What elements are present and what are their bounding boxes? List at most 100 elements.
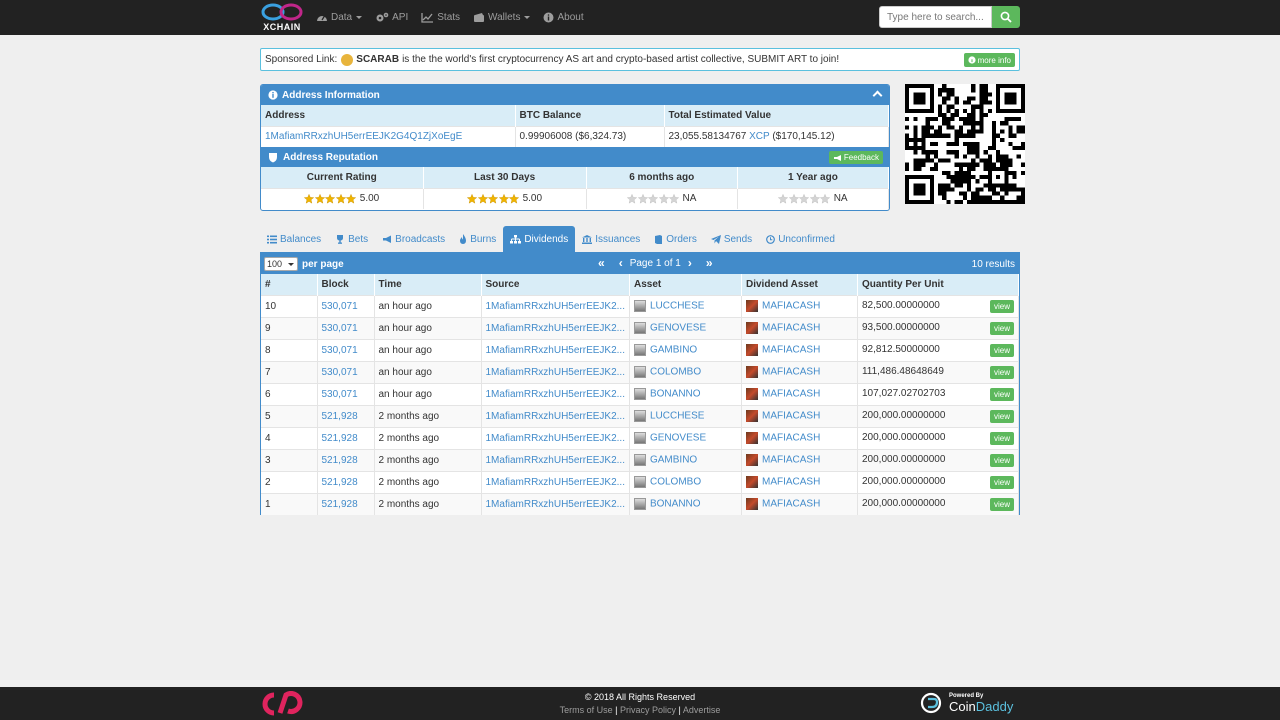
- nav-item-api[interactable]: API: [375, 12, 408, 23]
- block-link[interactable]: 521,928: [317, 426, 375, 449]
- sponsor-text[interactable]: is the the world's first cryptocurrency …: [402, 54, 839, 65]
- dividend-asset-link[interactable]: MAFIACASH: [762, 455, 820, 466]
- dividend-asset-link[interactable]: MAFIACASH: [762, 433, 820, 444]
- view-button[interactable]: view: [989, 475, 1014, 489]
- tab-balances[interactable]: Balances: [260, 226, 328, 252]
- asset-link[interactable]: BONANNO: [650, 499, 701, 510]
- source-link[interactable]: 1MafiamRRxzhUH5errEEJK2...: [481, 404, 630, 427]
- search-button[interactable]: [992, 6, 1020, 28]
- block-link[interactable]: 521,928: [317, 470, 375, 493]
- source-link[interactable]: 1MafiamRRxzhUH5errEEJK2...: [481, 316, 630, 339]
- chevron-up-icon[interactable]: [872, 90, 883, 101]
- nav-label-wallets: Wallets: [488, 12, 521, 23]
- dividend-asset-link[interactable]: MAFIACASH: [762, 323, 820, 334]
- block-link[interactable]: 530,071: [317, 294, 375, 317]
- source-link[interactable]: 1MafiamRRxzhUH5errEEJK2...: [481, 426, 630, 449]
- tab-issuances[interactable]: Issuances: [575, 226, 647, 252]
- block-link[interactable]: 521,928: [317, 448, 375, 471]
- dividend-asset-link[interactable]: MAFIACASH: [762, 367, 820, 378]
- prev-page-button[interactable]: ‹: [619, 257, 623, 269]
- col-btc-balance: BTC Balance: [515, 105, 665, 126]
- asset-link[interactable]: LUCCHESE: [650, 411, 704, 422]
- dividend-asset-link[interactable]: MAFIACASH: [762, 301, 820, 312]
- asset-link[interactable]: GAMBINO: [650, 455, 697, 466]
- first-page-button[interactable]: «: [598, 257, 605, 269]
- block-link[interactable]: 530,071: [317, 382, 375, 405]
- block-link[interactable]: 521,928: [317, 404, 375, 427]
- more-info-button[interactable]: more info: [963, 53, 1015, 67]
- asset-link[interactable]: COLOMBO: [650, 477, 701, 488]
- address-link[interactable]: 1MafiamRRxzhUH5errEEJK2G4Q1ZjXoEgE: [261, 125, 516, 147]
- nav-item-wallets[interactable]: Wallets: [473, 12, 531, 23]
- tab-broadcasts[interactable]: Broadcasts: [375, 226, 452, 252]
- terms-link[interactable]: Terms of Use: [560, 705, 613, 715]
- search-input[interactable]: [879, 6, 992, 28]
- last-page-button[interactable]: »: [706, 257, 713, 269]
- tab-sends[interactable]: Sends: [704, 226, 759, 252]
- source-link[interactable]: 1MafiamRRxzhUH5errEEJK2...: [481, 382, 630, 405]
- source-link[interactable]: 1MafiamRRxzhUH5errEEJK2...: [481, 294, 630, 317]
- rating-value: NA: [833, 193, 848, 205]
- row-number: 8: [261, 338, 318, 361]
- nav-item-about[interactable]: About: [543, 12, 584, 23]
- source-link[interactable]: 1MafiamRRxzhUH5errEEJK2...: [481, 470, 630, 493]
- tab-bets[interactable]: Bets: [328, 226, 375, 252]
- xchain-logo[interactable]: XCHAIN: [260, 3, 304, 32]
- source-link[interactable]: 1MafiamRRxzhUH5errEEJK2...: [481, 360, 630, 383]
- view-button[interactable]: view: [989, 409, 1014, 423]
- asset-link[interactable]: GENOVESE: [650, 323, 706, 334]
- tab-dividends[interactable]: Dividends: [503, 226, 576, 252]
- address-info-header[interactable]: Address Information: [261, 85, 889, 105]
- dividend-asset-link[interactable]: MAFIACASH: [762, 389, 820, 400]
- powered-by-coindaddy[interactable]: Powered By CoinDaddy: [920, 690, 1013, 716]
- privacy-link[interactable]: Privacy Policy: [620, 705, 676, 715]
- block-link[interactable]: 530,071: [317, 360, 375, 383]
- quantity-cell: 200,000.00000000 view: [857, 470, 1020, 493]
- xcp-link[interactable]: XCP: [749, 131, 769, 142]
- nav-item-stats[interactable]: Stats: [421, 12, 460, 23]
- dividends-table: # Block Time Source Asset Dividend Asset…: [261, 274, 1020, 515]
- info-icon: [268, 90, 278, 100]
- block-link[interactable]: 530,071: [317, 338, 375, 361]
- star-filled-icon: [477, 193, 488, 204]
- quantity-cell: 200,000.00000000 view: [857, 404, 1020, 427]
- tab-unconfirmed[interactable]: Unconfirmed: [759, 226, 842, 252]
- rating-1-year: NA: [737, 187, 889, 209]
- nav-item-data[interactable]: Data: [316, 12, 363, 23]
- row-number: 10: [261, 294, 318, 317]
- asset-portrait-icon: [633, 432, 646, 444]
- view-button[interactable]: view: [989, 431, 1014, 445]
- dividend-asset-cell: MAFIACASH: [741, 426, 858, 449]
- asset-link[interactable]: BONANNO: [650, 389, 701, 400]
- quantity-value: 200,000.00000000: [861, 453, 946, 465]
- dividend-asset-link[interactable]: MAFIACASH: [762, 499, 820, 510]
- view-button[interactable]: view: [989, 299, 1014, 313]
- advertise-link[interactable]: Advertise: [683, 705, 721, 715]
- block-link[interactable]: 530,071: [317, 316, 375, 339]
- tab-burns[interactable]: Burns: [452, 226, 503, 252]
- dividend-asset-link[interactable]: MAFIACASH: [762, 345, 820, 356]
- source-link[interactable]: 1MafiamRRxzhUH5errEEJK2...: [481, 448, 630, 471]
- view-button[interactable]: view: [989, 453, 1014, 467]
- source-link[interactable]: 1MafiamRRxzhUH5errEEJK2...: [481, 338, 630, 361]
- view-button[interactable]: view: [989, 343, 1014, 357]
- dividend-asset-link[interactable]: MAFIACASH: [762, 411, 820, 422]
- view-button[interactable]: view: [989, 497, 1014, 511]
- view-button[interactable]: view: [989, 387, 1014, 401]
- dividend-asset-link[interactable]: MAFIACASH: [762, 477, 820, 488]
- feedback-button[interactable]: Feedback: [828, 151, 883, 164]
- asset-link[interactable]: LUCCHESE: [650, 301, 704, 312]
- asset-link[interactable]: GENOVESE: [650, 433, 706, 444]
- table-row: 8 530,071 an hour ago 1MafiamRRxzhUH5errEEJ…: [261, 338, 1020, 361]
- sponsor-name[interactable]: SCARAB: [356, 54, 399, 65]
- col-6-months: 6 months ago: [586, 167, 738, 188]
- tab-orders[interactable]: Orders: [647, 226, 704, 252]
- per-page-select[interactable]: 100: [264, 257, 298, 271]
- block-link[interactable]: 521,928: [317, 492, 375, 515]
- view-button[interactable]: view: [989, 321, 1014, 335]
- view-button[interactable]: view: [989, 365, 1014, 379]
- asset-link[interactable]: COLOMBO: [650, 367, 701, 378]
- asset-link[interactable]: GAMBINO: [650, 345, 697, 356]
- next-page-button[interactable]: ›: [688, 257, 692, 269]
- source-link[interactable]: 1MafiamRRxzhUH5errEEJK2...: [481, 492, 630, 515]
